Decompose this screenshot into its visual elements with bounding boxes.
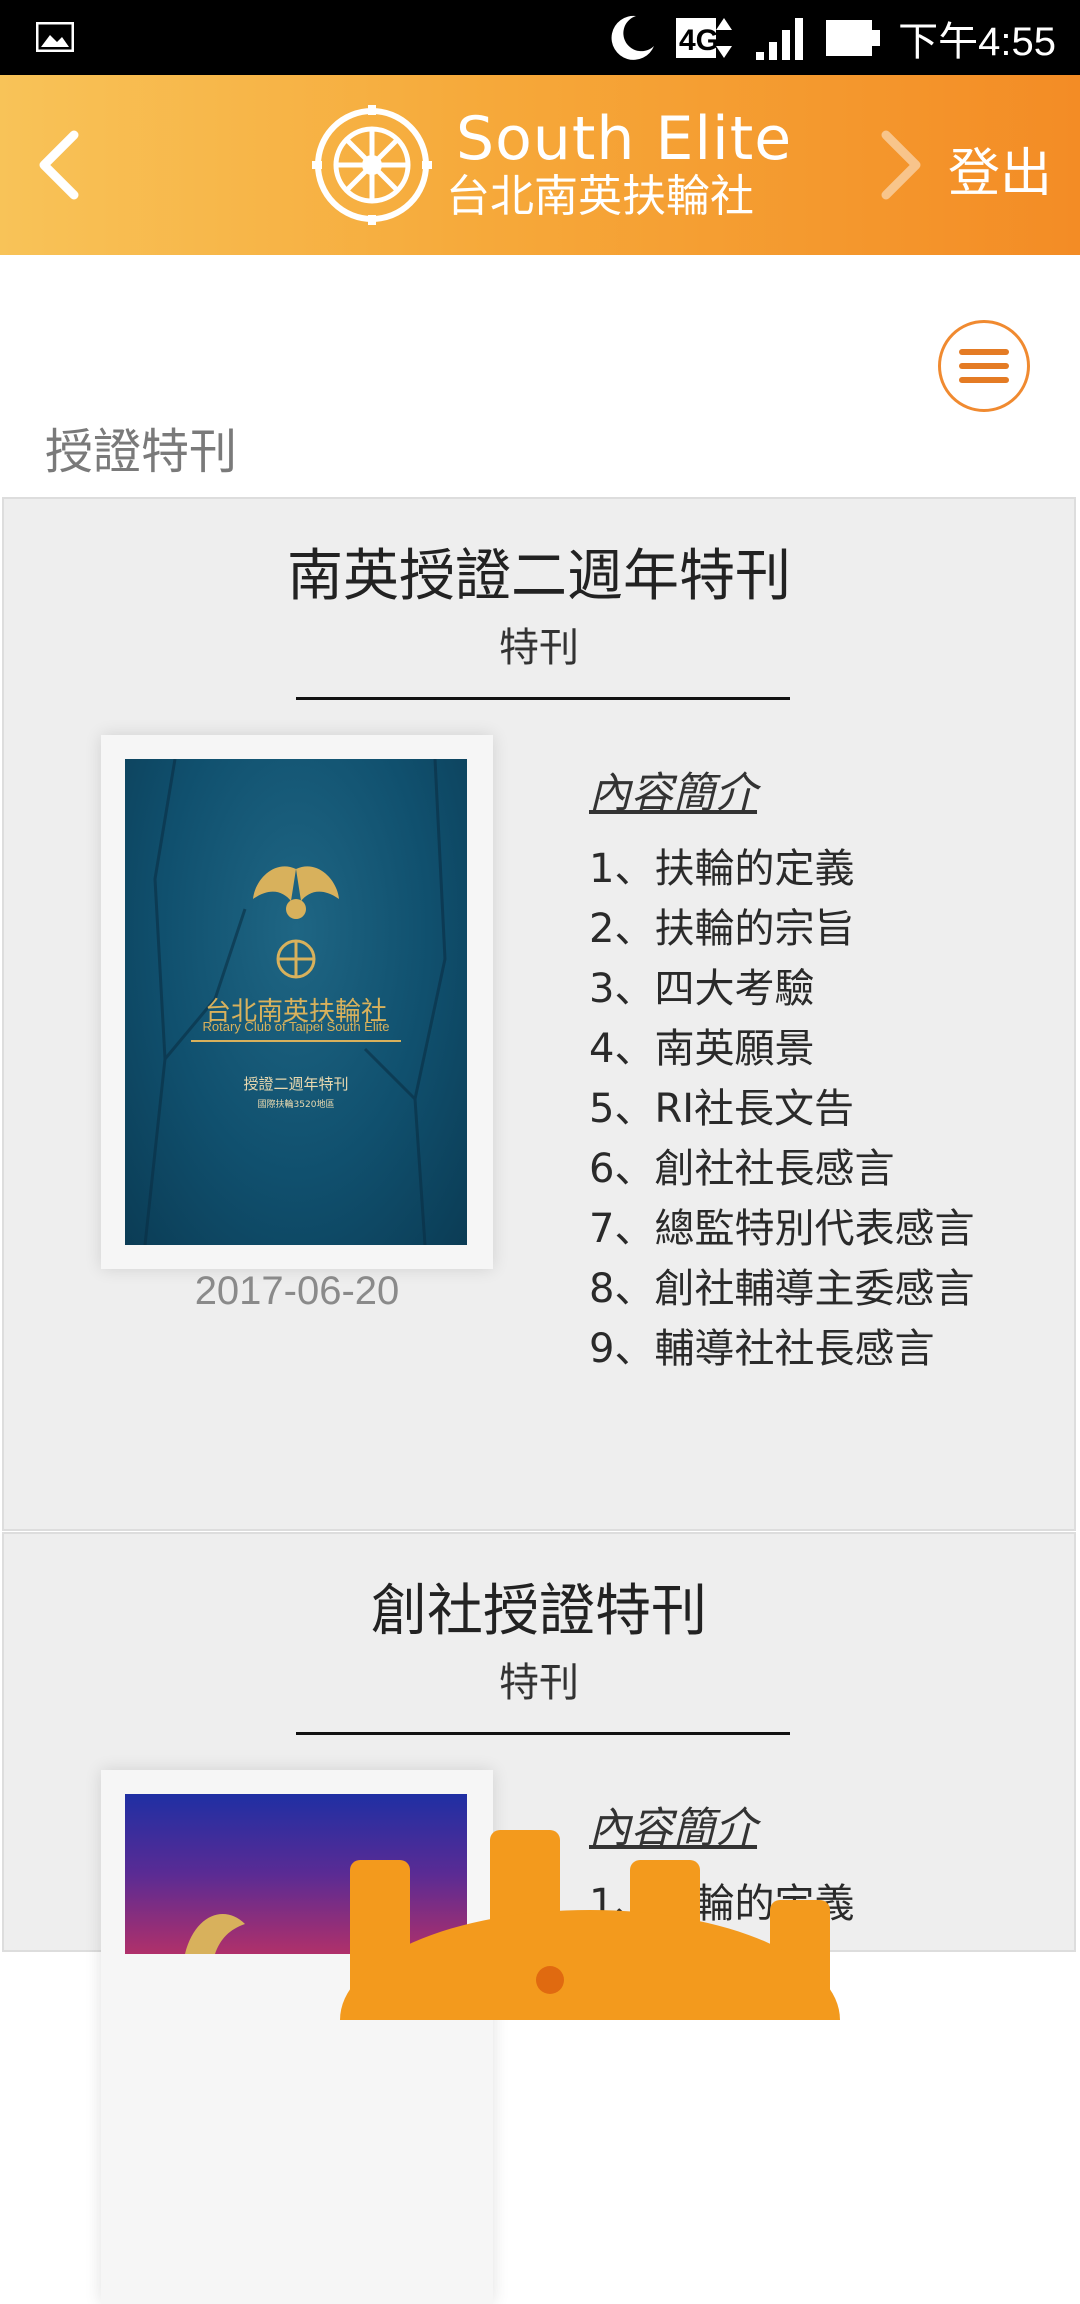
publication-card[interactable]: 南英授證二週年特刊 特刊 台北南英扶輪社 Rotary Club of Taip… — [2, 497, 1076, 1531]
card-subtitle: 特刊 — [499, 625, 579, 671]
cover-district: 國際扶輪3520地區 — [257, 1100, 335, 1110]
cover-club-en: Rotary Club of Taipei South Elite — [202, 1019, 390, 1034]
logout-button[interactable]: 登出 — [948, 131, 1052, 206]
4g-icon: 4G — [674, 12, 738, 64]
battery-icon — [824, 12, 882, 64]
toc-item: 9、輔導社社長感言 — [589, 1326, 935, 1372]
gallery-icon — [35, 21, 75, 53]
brand-name-en: South Elite — [456, 104, 793, 174]
signal-icon — [754, 12, 808, 64]
cover-image: 台北南英扶輪社 Rotary Club of Taipei South Elit… — [125, 759, 467, 1245]
back-chevron-icon[interactable] — [30, 125, 90, 205]
forward-chevron-icon[interactable] — [870, 125, 930, 205]
cover-thumbnail[interactable]: 台北南英扶輪社 Rotary Club of Taipei South Elit… — [101, 735, 493, 1269]
toc-item: 3、四大考驗 — [589, 966, 815, 1012]
cover-edition: 授證二週年特刊 — [243, 1075, 349, 1093]
card-subtitle: 特刊 — [499, 1660, 579, 1706]
toc-item: 8、創社輔導主委感言 — [589, 1266, 975, 1312]
divider — [296, 1732, 790, 1735]
toc-list: 1、扶輪的定義 2、扶輪的宗旨 3、四大考驗 4、南英願景 5、RI社長文告 6… — [589, 839, 974, 1379]
toc-heading: 內容簡介 — [589, 768, 758, 817]
status-time: 下午4:55 — [898, 19, 1056, 64]
moon-icon — [606, 12, 658, 64]
app-header: South Elite 台北南英扶輪社 登出 — [0, 75, 1080, 255]
card-title: 南英授證二週年特刊 — [287, 544, 791, 609]
svg-text:4G: 4G — [679, 24, 719, 57]
toc-item: 6、創社社長感言 — [589, 1146, 895, 1192]
divider — [296, 697, 790, 700]
toc-item: 4、南英願景 — [589, 1026, 815, 1072]
toc-item: 1、扶輪的定義 — [589, 846, 855, 892]
publish-date: 2017-06-20 — [194, 1269, 400, 1313]
toc-item: 5、RI社長文告 — [589, 1086, 855, 1132]
status-bar: 4G 下午4:55 — [0, 0, 1080, 75]
brand-name-zh: 台北南英扶輪社 — [446, 171, 754, 222]
toc-item: 7、總監特別代表感言 — [589, 1206, 975, 1252]
page-title: 授證特刊 — [45, 424, 238, 480]
toc-item: 2、扶輪的宗旨 — [589, 906, 855, 952]
floating-gear-icon[interactable] — [300, 1820, 860, 2130]
hamburger-menu-button[interactable] — [938, 320, 1030, 412]
rotary-wheel-logo — [312, 105, 432, 225]
card-title: 創社授證特刊 — [371, 1579, 707, 1644]
